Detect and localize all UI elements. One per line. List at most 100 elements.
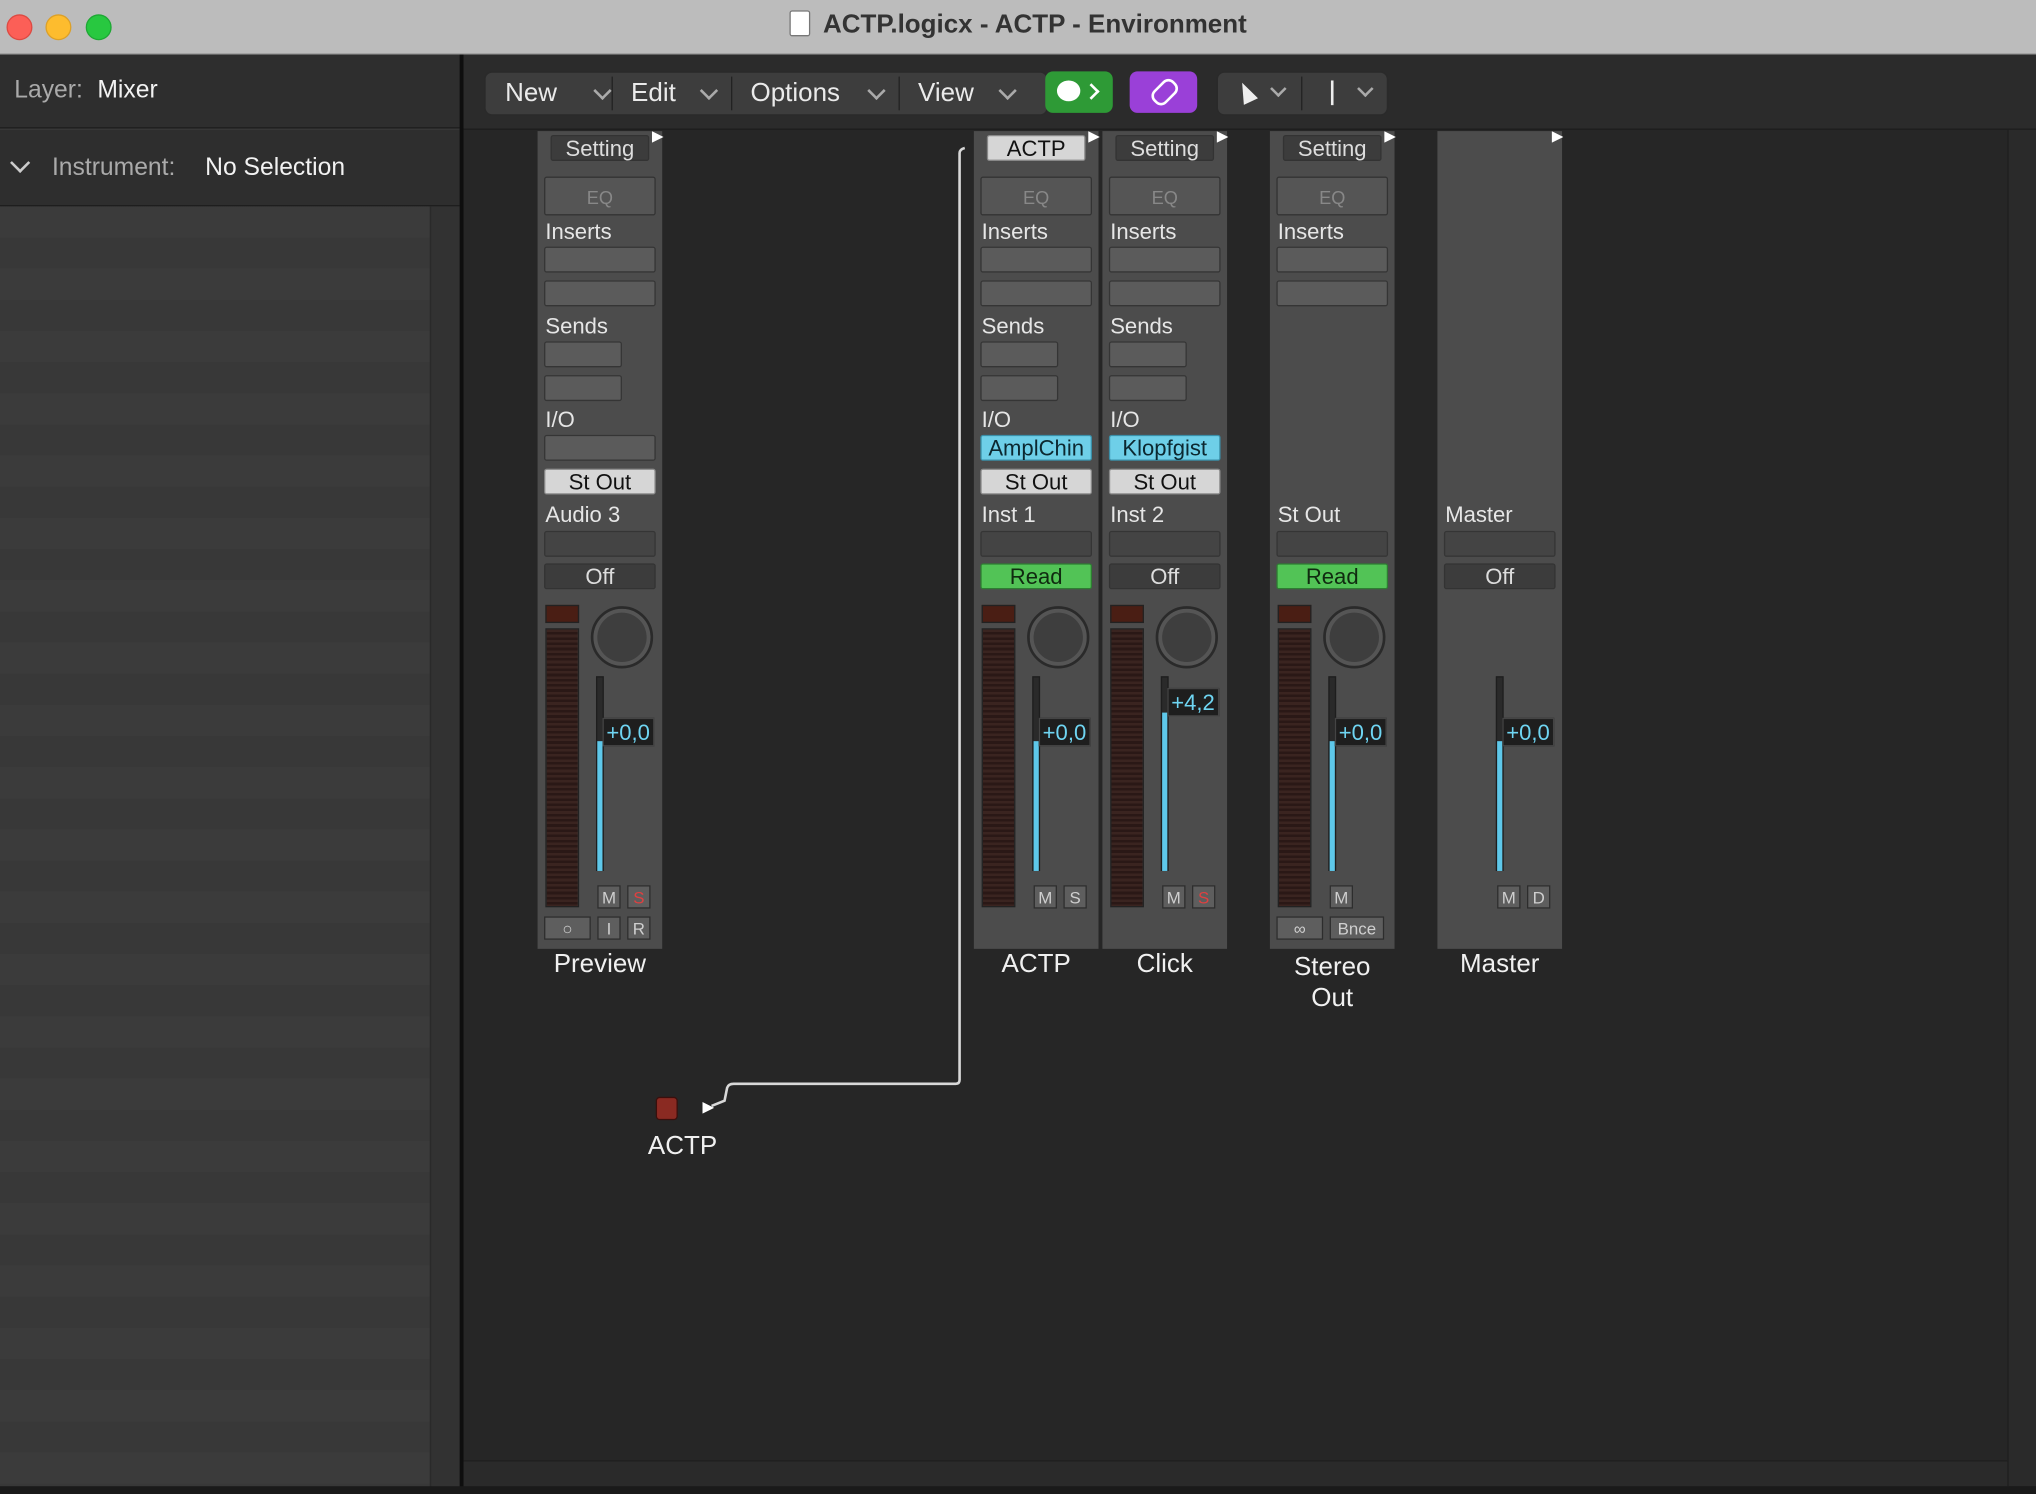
- pointer-tool-menu[interactable]: [1218, 73, 1301, 115]
- link-button[interactable]: [1129, 71, 1198, 113]
- instrument-object-actp[interactable]: ACTP: [636, 1090, 727, 1168]
- record-button[interactable]: R: [627, 916, 651, 940]
- channel-strip-actp[interactable]: ACTP EQ Inserts Sends I/O AmplChin St Ou…: [973, 131, 1099, 949]
- group-slot[interactable]: [1276, 530, 1389, 557]
- insert-slot[interactable]: [1108, 246, 1221, 273]
- vertical-scrollbar[interactable]: [2007, 129, 2036, 1487]
- mute-button[interactable]: M: [597, 885, 621, 909]
- menu-view[interactable]: View: [918, 73, 1035, 115]
- mute-button[interactable]: M: [1162, 885, 1186, 909]
- automation-button[interactable]: Read: [980, 563, 1093, 590]
- group-slot[interactable]: [980, 530, 1093, 557]
- mute-button[interactable]: M: [1497, 885, 1521, 909]
- palette-button[interactable]: [1045, 71, 1113, 113]
- input-button[interactable]: AmplChin: [980, 434, 1093, 461]
- layer-value[interactable]: Mixer: [97, 77, 157, 106]
- setting-button[interactable]: Setting: [550, 134, 650, 161]
- pan-knob[interactable]: [1027, 606, 1090, 669]
- chevron-down-icon: [1357, 80, 1374, 98]
- bounce-button[interactable]: Bnce: [1329, 916, 1385, 940]
- layer-row[interactable]: Layer: Mixer: [0, 54, 460, 129]
- chevron-down-icon: [593, 81, 612, 101]
- disclosure-chevron-icon[interactable]: [10, 152, 31, 173]
- instrument-value: No Selection: [205, 154, 346, 182]
- level-meter: [1110, 628, 1144, 908]
- group-slot[interactable]: [1108, 530, 1221, 557]
- insert-slot[interactable]: [980, 246, 1093, 273]
- pan-knob[interactable]: [1155, 606, 1218, 669]
- inspector-scrollbar[interactable]: [429, 206, 461, 1494]
- send-slot[interactable]: [1108, 341, 1187, 368]
- menu-edit[interactable]: Edit: [631, 73, 735, 115]
- send-slot[interactable]: [544, 341, 622, 368]
- pan-knob[interactable]: [590, 606, 654, 669]
- link-icon: [1148, 75, 1182, 109]
- eq-button[interactable]: EQ: [1276, 176, 1389, 216]
- menu-separator: [611, 76, 613, 111]
- insert-slot[interactable]: [1276, 246, 1389, 273]
- output-port-arrow-icon[interactable]: [702, 1102, 715, 1114]
- output-button[interactable]: St Out: [980, 468, 1093, 495]
- automation-button[interactable]: Off: [544, 563, 656, 590]
- channel-strip-stereo-out[interactable]: Setting EQ Inserts St Out Read +0,0 M ∞ …: [1269, 131, 1395, 949]
- mute-button[interactable]: M: [1329, 885, 1354, 909]
- io-label: I/O: [545, 407, 575, 433]
- output-button[interactable]: St Out: [1108, 468, 1221, 495]
- eq-button[interactable]: EQ: [544, 176, 656, 216]
- instrument-row[interactable]: Instrument: No Selection: [0, 129, 460, 207]
- eq-button[interactable]: EQ: [980, 176, 1093, 216]
- input-button[interactable]: Klopfgist: [1108, 434, 1221, 461]
- menu-options[interactable]: Options: [751, 73, 894, 115]
- inspector-list[interactable]: [0, 206, 430, 1494]
- solo-button[interactable]: S: [1063, 885, 1087, 909]
- dim-button[interactable]: D: [1527, 885, 1551, 909]
- io-label: I/O: [1110, 407, 1140, 433]
- channel-strip-preview[interactable]: Setting EQ Inserts Sends I/O St Out Audi…: [537, 131, 663, 949]
- solo-button[interactable]: S: [1191, 885, 1216, 909]
- setting-button[interactable]: ACTP: [986, 134, 1086, 161]
- mute-button[interactable]: M: [1033, 885, 1057, 909]
- stereo-link-button[interactable]: ∞: [1276, 916, 1324, 940]
- strip-name-click: Click: [1136, 950, 1193, 979]
- instrument-icon: [655, 1096, 678, 1121]
- inserts-label: Inserts: [545, 219, 612, 245]
- setting-button[interactable]: Setting: [1282, 134, 1382, 161]
- input-slot[interactable]: [544, 434, 656, 461]
- send-slot[interactable]: [544, 375, 622, 402]
- input-monitor-button[interactable]: I: [597, 916, 621, 940]
- menu-bar: New Edit Options View: [484, 71, 1048, 116]
- automation-button[interactable]: Read: [1276, 563, 1389, 590]
- solo-button[interactable]: S: [627, 885, 651, 909]
- horizontal-scrollbar[interactable]: [463, 1460, 2008, 1488]
- tool-selector: [1216, 71, 1389, 116]
- menu-new[interactable]: New: [505, 73, 615, 115]
- send-slot[interactable]: [980, 375, 1059, 402]
- pan-knob[interactable]: [1323, 606, 1386, 669]
- setting-button[interactable]: Setting: [1115, 134, 1215, 161]
- send-slot[interactable]: [980, 341, 1059, 368]
- insert-slot[interactable]: [1108, 280, 1221, 307]
- send-slot[interactable]: [1108, 375, 1187, 402]
- volume-fader-fill: [1497, 741, 1503, 871]
- insert-slot[interactable]: [1276, 280, 1389, 307]
- automation-button[interactable]: Off: [1108, 563, 1221, 590]
- sends-label: Sends: [545, 314, 608, 339]
- chevron-right-icon: [1083, 83, 1100, 100]
- output-button[interactable]: St Out: [544, 468, 656, 495]
- text-tool-menu[interactable]: [1304, 73, 1387, 115]
- chevron-down-icon: [699, 81, 719, 101]
- channel-label: Inst 1: [981, 502, 1036, 527]
- environment-canvas[interactable]: [463, 129, 2008, 1461]
- insert-slot[interactable]: [544, 280, 656, 307]
- group-slot[interactable]: [1443, 530, 1556, 557]
- channel-strip-master[interactable]: Master Off +0,0 M D: [1437, 131, 1563, 949]
- inserts-label: Inserts: [1110, 219, 1177, 245]
- insert-slot[interactable]: [544, 246, 656, 273]
- group-slot[interactable]: [544, 530, 656, 557]
- insert-slot[interactable]: [980, 280, 1093, 307]
- chevron-down-icon: [998, 81, 1017, 101]
- channel-strip-click[interactable]: Setting EQ Inserts Sends I/O Klopfgist S…: [1102, 131, 1228, 949]
- monitor-button[interactable]: ○: [544, 916, 591, 940]
- eq-button[interactable]: EQ: [1108, 176, 1221, 216]
- automation-button[interactable]: Off: [1443, 563, 1556, 590]
